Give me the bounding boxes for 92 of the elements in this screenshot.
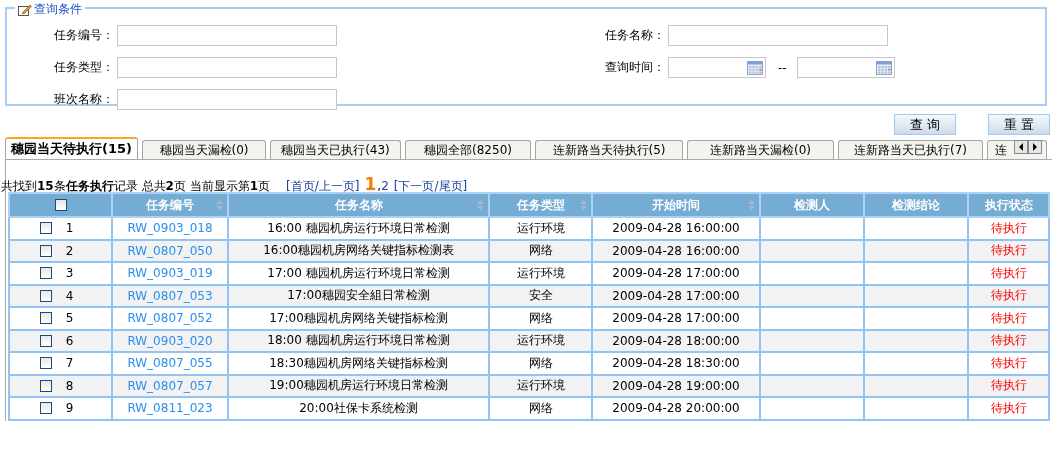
task-id-link[interactable]: RW_0903_019 <box>112 262 228 285</box>
table-cell: 16:00穗园机房网络关键指标检测表 <box>228 239 489 262</box>
text-field[interactable] <box>117 57 337 78</box>
row-number: 6 <box>65 333 74 348</box>
field-label: 任务类型： <box>53 59 114 76</box>
action-button[interactable]: 重 置 <box>988 114 1050 135</box>
tab[interactable]: 连新路当天待执行(5) <box>535 140 683 159</box>
table-cell: 17:00穗园安全組日常检测 <box>228 284 489 307</box>
row-checkbox[interactable] <box>39 312 52 325</box>
table-cell: 17:00 穗园机房运行环境日常检测 <box>228 262 489 285</box>
table-cell: 2009-04-28 18:30:00 <box>592 352 760 375</box>
page-separator: , <box>377 179 382 193</box>
column-header[interactable]: 执行状态 <box>968 193 1049 217</box>
table-cell: 网络 <box>489 352 592 375</box>
status-cell: 待执行 <box>968 352 1049 375</box>
page-link[interactable]: 1 <box>364 174 377 194</box>
row-checkbox[interactable] <box>39 244 52 257</box>
table-cell: 2009-04-28 16:00:00 <box>592 217 760 240</box>
table-cell: 网络 <box>489 397 592 420</box>
text-field[interactable] <box>668 25 888 46</box>
row-number: 8 <box>65 378 74 393</box>
text-field[interactable] <box>117 25 337 46</box>
tab[interactable]: 连新路当天漏检(0) <box>687 140 834 159</box>
table-cell: 2009-04-28 17:00:00 <box>592 307 760 330</box>
field-label: 班次名称： <box>53 91 114 108</box>
table-cell: 2009-04-28 19:00:00 <box>592 374 760 397</box>
task-id-link[interactable]: RW_0807_055 <box>112 352 228 375</box>
table-cell: 网络 <box>489 307 592 330</box>
column-header[interactable]: 任务类型 <box>489 193 592 217</box>
triangle-left-icon <box>1018 143 1024 151</box>
next-page-link[interactable]: [下一页/尾页] <box>393 178 468 195</box>
row-checkbox[interactable] <box>39 357 52 370</box>
row-number: 9 <box>65 401 74 416</box>
scroll-right-button[interactable] <box>1028 140 1042 154</box>
task-id-link[interactable]: RW_0811_023 <box>112 397 228 420</box>
status-cell: 待执行 <box>968 397 1049 420</box>
row-number: 1 <box>65 221 74 236</box>
row-checkbox[interactable] <box>39 334 52 347</box>
panel-legend: 查询条件 <box>34 1 82 18</box>
row-checkbox[interactable] <box>39 379 52 392</box>
table-cell: 2009-04-28 16:00:00 <box>592 239 760 262</box>
calendar-icon[interactable] <box>875 61 892 75</box>
row-checkbox[interactable] <box>39 402 52 415</box>
status-cell: 待执行 <box>968 217 1049 240</box>
scroll-left-button[interactable] <box>1014 140 1028 154</box>
table-cell: 16:00 穗园机房运行环境日常检测 <box>228 217 489 240</box>
column-header[interactable]: 任务编号 <box>112 193 228 217</box>
date-field[interactable] <box>796 57 895 78</box>
action-button[interactable]: 查 询 <box>894 114 956 135</box>
table-cell: 20:00社保卡系统检测 <box>228 397 489 420</box>
date-field[interactable] <box>668 57 766 78</box>
table-cell: 2009-04-28 20:00:00 <box>592 397 760 420</box>
column-header[interactable]: 检测人 <box>760 193 864 217</box>
column-header[interactable]: 开始时间 <box>592 193 760 217</box>
tab[interactable]: 穗园全部(8250) <box>405 140 531 159</box>
column-header[interactable]: 任务名称 <box>228 193 489 217</box>
tab[interactable]: 穗园当天漏检(0) <box>142 140 266 159</box>
status-cell: 待执行 <box>968 262 1049 285</box>
tab[interactable]: 穗园当天已执行(43) <box>270 140 401 159</box>
page-link[interactable]: 2 <box>381 179 389 193</box>
table-cell: 2009-04-28 18:00:00 <box>592 329 760 352</box>
task-id-link[interactable]: RW_0903_018 <box>112 217 228 240</box>
row-checkbox[interactable] <box>39 222 52 235</box>
row-number: 4 <box>65 288 74 303</box>
table-cell: 运行环境 <box>489 217 592 240</box>
status-cell: 待执行 <box>968 307 1049 330</box>
select-all-checkbox[interactable] <box>54 199 67 211</box>
prev-page-link[interactable]: [首页/上一页] <box>286 178 360 195</box>
table-cell: 17:00穗园机房网络关键指标检测 <box>228 307 489 330</box>
table-cell: 18:30穗园机房网络关键指标检测 <box>228 352 489 375</box>
table-cell: 2009-04-28 17:00:00 <box>592 262 760 285</box>
row-number: 5 <box>65 311 74 326</box>
row-number: 2 <box>65 243 74 258</box>
field-label: 任务编号： <box>53 27 114 44</box>
triangle-right-icon <box>1032 143 1038 151</box>
table-cell: 运行环境 <box>489 262 592 285</box>
table-cell: 2009-04-28 17:00:00 <box>592 284 760 307</box>
column-header[interactable]: 检测结论 <box>864 193 968 217</box>
row-number: 7 <box>65 356 74 371</box>
field-label: 任务名称： <box>605 27 665 44</box>
field-label: 查询时间： <box>605 59 665 76</box>
row-checkbox[interactable] <box>39 289 52 302</box>
row-number: 3 <box>65 266 74 281</box>
task-id-link[interactable]: RW_0807_052 <box>112 307 228 330</box>
result-summary: 共找到15条任务执行记录 总共2页 当前显示第1页 <box>1 178 271 195</box>
table-cell: 18:00 穗园机房运行环境日常检测 <box>228 329 489 352</box>
tab[interactable]: 连新路当天已执行(7) <box>838 140 983 159</box>
text-field[interactable] <box>117 89 337 110</box>
range-separator: -- <box>778 60 787 75</box>
row-checkbox[interactable] <box>39 267 52 280</box>
table-cell: 19:00穗园机房运行环境日常检测 <box>228 374 489 397</box>
tab[interactable]: 穗园当天待执行(15) <box>5 137 138 159</box>
